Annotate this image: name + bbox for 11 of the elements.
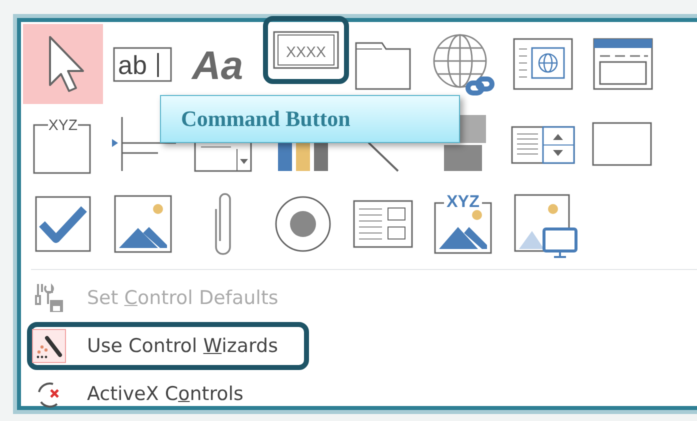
menu-item[interactable]: Use Control Wizards <box>27 322 309 370</box>
tool-button[interactable] <box>23 24 103 104</box>
wrench-disk-icon <box>33 282 65 314</box>
wand-icon <box>33 330 65 362</box>
tool-button[interactable]: XXXX <box>263 16 349 84</box>
chart-icon <box>278 143 328 171</box>
tooltip: Command Button <box>160 95 460 143</box>
menu-item[interactable]: ActiveX Controls <box>27 370 309 418</box>
paperclip-icon <box>214 193 232 255</box>
line-icon <box>368 143 398 172</box>
combo-box-icon <box>194 143 252 172</box>
